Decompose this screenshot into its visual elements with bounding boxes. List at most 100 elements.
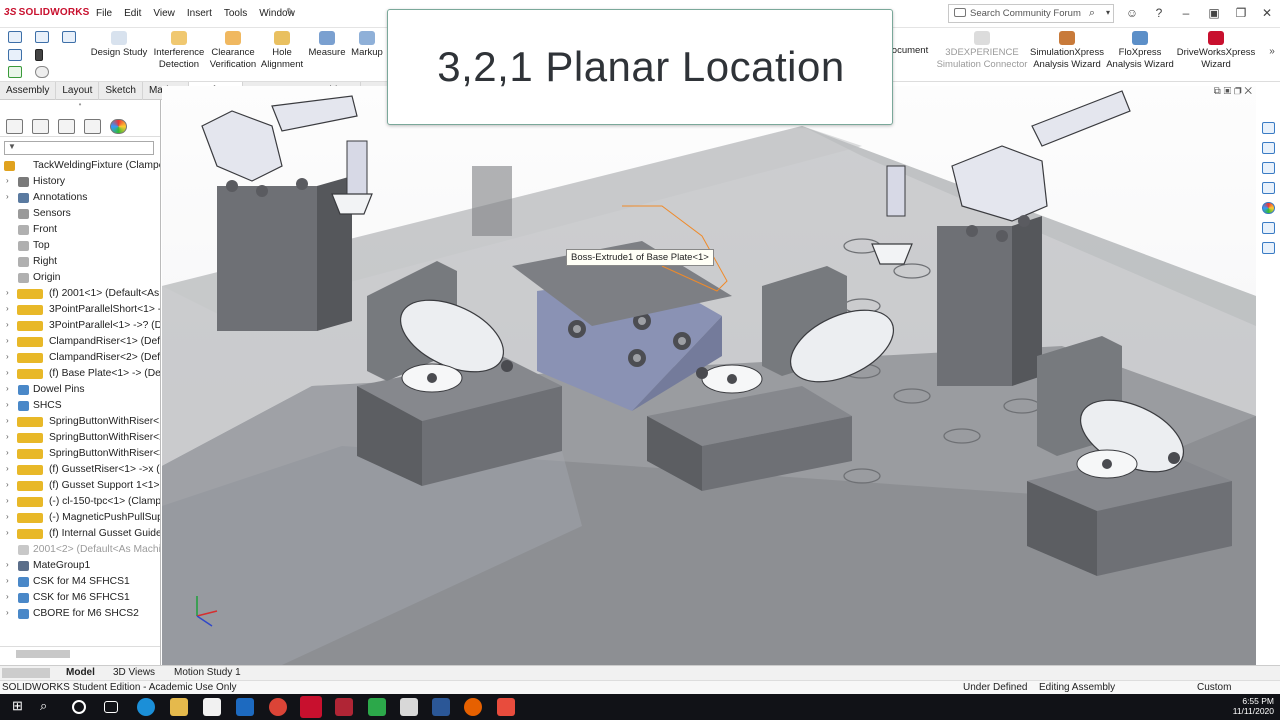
- tree-item[interactable]: › Annotations: [0, 190, 160, 206]
- expand-arrow-icon[interactable]: ›: [6, 432, 9, 441]
- tree-item[interactable]: › SpringButtonWithRiser<2: [0, 430, 160, 446]
- display-manager-tab[interactable]: [110, 119, 127, 134]
- select-icon[interactable]: [8, 66, 22, 78]
- tree-item[interactable]: › ClampandRiser<1> (Defa: [0, 334, 160, 350]
- expand-arrow-icon[interactable]: ›: [6, 368, 9, 377]
- new-doc-icon[interactable]: [8, 49, 22, 61]
- search-taskbar-icon[interactable]: ⌕: [40, 698, 58, 716]
- expand-arrow-icon[interactable]: ›: [6, 560, 9, 569]
- search-icon[interactable]: ⌕: [1089, 7, 1095, 20]
- tab-sketch[interactable]: Sketch: [99, 82, 143, 100]
- tree-item[interactable]: › (f) 2001<1> (Default<As: [0, 286, 160, 302]
- expand-arrow-icon[interactable]: ›: [6, 400, 9, 409]
- word-icon[interactable]: [432, 698, 450, 716]
- tab-model[interactable]: Model: [60, 667, 101, 678]
- status-mode[interactable]: Editing Assembly: [1039, 682, 1115, 693]
- expand-arrow-icon[interactable]: ›: [6, 608, 9, 617]
- user-icon[interactable]: ☺: [1124, 6, 1140, 20]
- floxpress-button[interactable]: FloXpress Analysis Wizard: [1105, 31, 1175, 71]
- tree-item[interactable]: › History: [0, 174, 160, 190]
- panel-scrollbar[interactable]: [0, 646, 160, 660]
- tree-item[interactable]: › (-) cl-150-tpc<1> (Clamp: [0, 494, 160, 510]
- resources-icon[interactable]: [1262, 122, 1275, 134]
- minimize-icon[interactable]: –: [1178, 6, 1194, 20]
- tree-item[interactable]: › (f) Internal Gusset Guide<: [0, 526, 160, 542]
- recorder-icon[interactable]: [497, 698, 515, 716]
- tab-layout[interactable]: Layout: [56, 82, 100, 100]
- tree-item[interactable]: Front: [0, 222, 160, 238]
- tree-item[interactable]: › CBORE for M6 SHCS2: [0, 606, 160, 622]
- expand-arrow-icon[interactable]: ›: [6, 512, 9, 521]
- tab-nav-arrows[interactable]: [2, 668, 50, 678]
- design-library-icon[interactable]: [1262, 142, 1275, 154]
- viewport-close-icon[interactable]: ⧉ ▣ ❐ ✕: [1214, 86, 1252, 97]
- menu-view[interactable]: View: [153, 8, 175, 19]
- expand-arrow-icon[interactable]: ›: [6, 496, 9, 505]
- status-units[interactable]: Custom: [1197, 682, 1231, 693]
- expand-arrow-icon[interactable]: ›: [6, 192, 9, 201]
- assembly-model[interactable]: [162, 86, 1256, 665]
- tree-item[interactable]: › 3PointParallelShort<1> -: [0, 302, 160, 318]
- expand-arrow-icon[interactable]: ›: [6, 352, 9, 361]
- help-icon[interactable]: ?: [1151, 6, 1167, 20]
- simulationxpress-button[interactable]: SimulationXpress Analysis Wizard: [1029, 31, 1105, 71]
- menu-insert[interactable]: Insert: [187, 8, 212, 19]
- tab-3d-views[interactable]: 3D Views: [107, 667, 161, 678]
- file-explorer-taskbar-icon[interactable]: [170, 698, 188, 716]
- tree-item[interactable]: › SpringButtonWithRiser<1: [0, 414, 160, 430]
- search-input[interactable]: Search Community Forum ⌕ ▾: [948, 4, 1114, 23]
- 3dexperience-button[interactable]: 3DEXPERIENCE Simulation Connector: [935, 31, 1029, 71]
- driveworksxpress-button[interactable]: DriveWorksXpress Wizard: [1176, 31, 1256, 71]
- design-study-button[interactable]: Design Study: [90, 31, 148, 59]
- expand-arrow-icon[interactable]: ›: [6, 576, 9, 585]
- panel-handle[interactable]: •: [0, 100, 160, 114]
- scroll-thumb[interactable]: [16, 650, 70, 658]
- tab-assembly[interactable]: Assembly: [0, 82, 57, 100]
- chevron-down-icon[interactable]: ▾: [1106, 8, 1110, 17]
- cortana-icon[interactable]: [72, 700, 86, 714]
- tree-item[interactable]: › (-) MagneticPushPullSupp: [0, 510, 160, 526]
- expand-arrow-icon[interactable]: ›: [6, 416, 9, 425]
- sw-tool-icon[interactable]: [335, 698, 353, 716]
- outlook-icon[interactable]: [236, 698, 254, 716]
- clearance-verification-button[interactable]: Clearance Verification: [207, 31, 259, 71]
- expand-arrow-icon[interactable]: ›: [6, 288, 9, 297]
- custom-properties-icon[interactable]: [1262, 222, 1275, 234]
- task-view-icon[interactable]: [104, 701, 118, 713]
- measure-button[interactable]: Measure: [307, 31, 347, 59]
- menu-tools[interactable]: Tools: [224, 8, 247, 19]
- camera-icon[interactable]: [400, 698, 418, 716]
- tree-item[interactable]: Origin: [0, 270, 160, 286]
- firefox-icon[interactable]: [464, 698, 482, 716]
- save-icon[interactable]: [35, 31, 49, 43]
- tree-item[interactable]: › SpringButtonWithRiser<3: [0, 446, 160, 462]
- dimxpert-tab[interactable]: [84, 119, 101, 134]
- tree-item[interactable]: › SHCS: [0, 398, 160, 414]
- tree-item[interactable]: Sensors: [0, 206, 160, 222]
- expand-arrow-icon[interactable]: ›: [6, 448, 9, 457]
- tab-motion-study[interactable]: Motion Study 1: [168, 667, 247, 678]
- tree-item[interactable]: Right: [0, 254, 160, 270]
- options-icon[interactable]: [35, 66, 49, 78]
- edge-icon[interactable]: [137, 698, 155, 716]
- interference-detection-button[interactable]: Interference Detection: [153, 31, 205, 71]
- expand-arrow-icon[interactable]: ›: [6, 320, 9, 329]
- close-icon[interactable]: ✕: [1259, 6, 1275, 20]
- tree-item[interactable]: › (f) Gusset Support 1<1> -: [0, 478, 160, 494]
- expand-arrow-icon[interactable]: ›: [6, 336, 9, 345]
- camtasia-icon[interactable]: [368, 698, 386, 716]
- feature-tree-tab[interactable]: [6, 119, 23, 134]
- expand-arrow-icon[interactable]: ›: [6, 304, 9, 313]
- file-explorer-icon[interactable]: [1262, 162, 1275, 174]
- hole-alignment-button[interactable]: Hole Alignment: [259, 31, 305, 71]
- print-icon[interactable]: [35, 49, 43, 61]
- tree-item[interactable]: › ClampandRiser<2> (Defa: [0, 350, 160, 366]
- windows-start-icon[interactable]: ⊞: [12, 698, 30, 716]
- configuration-tab[interactable]: [58, 119, 75, 134]
- expand-arrow-icon[interactable]: ›: [6, 480, 9, 489]
- property-manager-tab[interactable]: [32, 119, 49, 134]
- tree-item[interactable]: Top: [0, 238, 160, 254]
- graphics-area[interactable]: ⧉ ▣ ❐ ✕: [162, 86, 1256, 665]
- expand-arrow-icon[interactable]: ›: [6, 528, 9, 537]
- home-icon[interactable]: [8, 31, 22, 43]
